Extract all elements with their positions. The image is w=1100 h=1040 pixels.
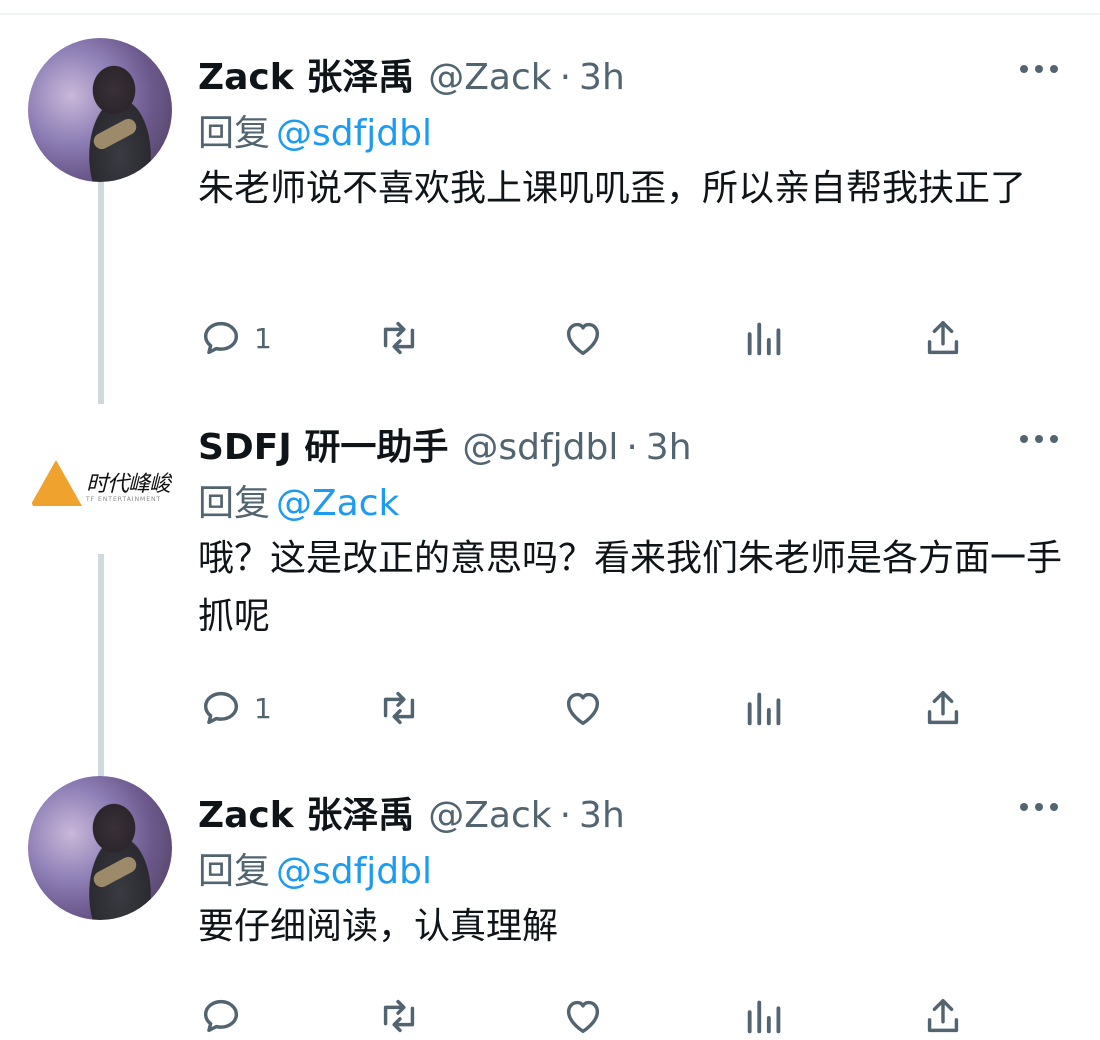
- reply-count: 1: [254, 691, 272, 725]
- timestamp[interactable]: 3h: [579, 795, 625, 836]
- like-icon: [566, 322, 600, 356]
- top-divider: [0, 13, 1100, 15]
- thread-line: [98, 554, 104, 776]
- like-icon: [566, 692, 600, 726]
- views-icon: [747, 692, 781, 726]
- views-icon: [747, 1000, 781, 1034]
- tweet-text: 哦？这是改正的意思吗？看来我们朱老师是各方面一手抓呢: [198, 538, 1063, 637]
- reply-mention[interactable]: @sdfjdbl: [276, 113, 432, 154]
- separator: ·: [559, 795, 572, 836]
- guitar-shape: [90, 116, 140, 152]
- user-handle[interactable]: @Zack: [428, 57, 551, 98]
- tweet-header: SDFJ 研一助手 @sdfjdbl · 3h: [198, 418, 692, 470]
- logo-subtext: TF ENTERTAINMENT: [86, 496, 162, 503]
- tweet-actions: 1: [198, 314, 998, 362]
- retweet-button[interactable]: [376, 684, 422, 732]
- views-button[interactable]: [742, 314, 788, 362]
- display-name[interactable]: Zack 张泽禹: [198, 786, 414, 838]
- avatar[interactable]: [28, 776, 172, 920]
- reply-mention[interactable]: @sdfjdbl: [276, 851, 432, 892]
- avatar[interactable]: 时代峰峻 TF ENTERTAINMENT: [28, 408, 172, 552]
- timestamp[interactable]: 3h: [646, 427, 692, 468]
- share-button[interactable]: [920, 314, 966, 362]
- retweet-button[interactable]: [376, 314, 422, 362]
- like-button[interactable]: [560, 314, 606, 362]
- views-button[interactable]: [742, 684, 788, 732]
- tweet-text: 朱老师说不喜欢我上课叽叽歪，所以亲自帮我扶正了: [198, 168, 1027, 209]
- reply-context: 回复 @sdfjdbl: [198, 842, 432, 894]
- display-name[interactable]: SDFJ 研一助手: [198, 418, 448, 470]
- avatar[interactable]: [28, 38, 172, 182]
- reply-button[interactable]: 1: [198, 314, 272, 362]
- tweet-header: Zack 张泽禹 @Zack · 3h: [198, 786, 625, 838]
- more-icon[interactable]: [1020, 432, 1060, 446]
- reply-prefix: 回复: [198, 851, 271, 892]
- reply-context: 回复 @Zack: [198, 474, 399, 526]
- timestamp[interactable]: 3h: [579, 57, 625, 98]
- retweet-icon: [383, 691, 415, 725]
- logo-text: 时代峰峻: [86, 472, 171, 497]
- share-icon: [927, 690, 959, 725]
- views-button[interactable]: [742, 992, 788, 1040]
- more-icon[interactable]: [1020, 800, 1060, 814]
- separator: ·: [626, 427, 638, 468]
- tweet-actions: 1: [198, 684, 998, 732]
- like-icon: [566, 1000, 600, 1034]
- guitar-shape: [90, 854, 140, 890]
- tweet-header: Zack 张泽禹 @Zack · 3h: [198, 48, 625, 100]
- more-icon[interactable]: [1020, 62, 1060, 76]
- reply-icon: [203, 999, 239, 1033]
- like-button[interactable]: [560, 992, 606, 1040]
- reply-button[interactable]: [198, 992, 244, 1040]
- like-button[interactable]: [560, 684, 606, 732]
- reply-mention[interactable]: @Zack: [276, 483, 399, 524]
- tweet-text: 要仔细阅读，认真理解: [198, 906, 559, 947]
- share-button[interactable]: [920, 684, 966, 732]
- logo-triangle: [30, 460, 82, 506]
- user-handle[interactable]: @sdfjdbl: [462, 427, 618, 468]
- reply-icon: [203, 321, 239, 355]
- reply-context: 回复 @sdfjdbl: [198, 104, 432, 156]
- reply-prefix: 回复: [198, 113, 271, 154]
- retweet-button[interactable]: [376, 992, 422, 1040]
- retweet-icon: [383, 321, 415, 355]
- reply-button[interactable]: 1: [198, 684, 272, 732]
- user-handle[interactable]: @Zack: [428, 795, 551, 836]
- share-icon: [927, 998, 959, 1033]
- retweet-icon: [383, 999, 415, 1033]
- views-icon: [747, 322, 781, 356]
- reply-icon: [203, 691, 239, 725]
- share-icon: [927, 320, 959, 355]
- reply-prefix: 回复: [198, 483, 271, 524]
- reply-count: 1: [254, 321, 272, 355]
- display-name[interactable]: Zack 张泽禹: [198, 48, 414, 100]
- tweet-actions: [198, 992, 998, 1040]
- thread-line: [98, 182, 104, 404]
- separator: ·: [559, 57, 572, 98]
- share-button[interactable]: [920, 992, 966, 1040]
